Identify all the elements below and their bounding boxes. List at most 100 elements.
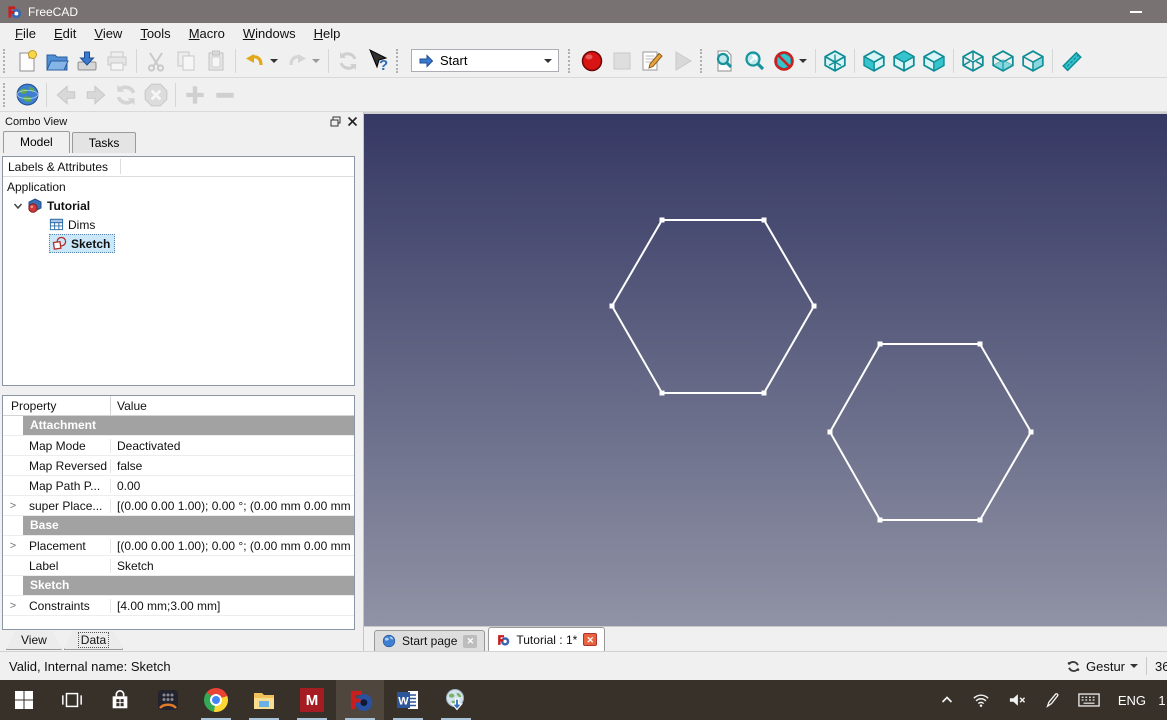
tree-item-sketch[interactable]: Sketch — [3, 234, 354, 253]
microsoft-store-button[interactable] — [96, 680, 144, 720]
tab-tutorial[interactable]: Tutorial : 1* ✕ — [488, 627, 605, 651]
sketch-vertex[interactable] — [1029, 430, 1034, 435]
view-top-button[interactable] — [889, 47, 919, 75]
fit-all-button[interactable] — [709, 47, 739, 75]
navigation-style-selector[interactable]: Gestur — [1066, 659, 1138, 674]
property-row-label[interactable]: Label Sketch — [3, 556, 354, 576]
redo-button[interactable] — [282, 47, 312, 75]
keypad-app-button[interactable] — [144, 680, 192, 720]
tab-start-page[interactable]: Start page ✕ — [374, 630, 485, 651]
menu-file[interactable]: File — [6, 24, 45, 43]
toolbar-grip[interactable] — [3, 49, 8, 73]
property-group-attachment[interactable]: Attachment — [3, 416, 354, 436]
macro-edit-button[interactable] — [637, 47, 667, 75]
web-installer-button[interactable] — [432, 680, 480, 720]
view-left-button[interactable] — [1018, 47, 1048, 75]
sketch-vertex[interactable] — [828, 430, 833, 435]
macro-record-button[interactable] — [577, 47, 607, 75]
save-button[interactable] — [72, 47, 102, 75]
open-document-button[interactable] — [42, 47, 72, 75]
workbench-selector[interactable]: Start — [411, 49, 559, 72]
sketch-vertex[interactable] — [978, 342, 983, 347]
view-bottom-button[interactable] — [988, 47, 1018, 75]
property-row-placement[interactable]: Placement [(0.00 0.00 1.00); 0.00 °; (0.… — [3, 536, 354, 556]
expand-chevron-icon[interactable] — [13, 201, 23, 211]
paste-button[interactable] — [201, 47, 231, 75]
toolbar-grip[interactable] — [3, 83, 8, 107]
tree-header[interactable]: Labels & Attributes — [3, 157, 354, 177]
sketch-vertex[interactable] — [978, 518, 983, 523]
menu-tools[interactable]: Tools — [131, 24, 179, 43]
property-row-map-reversed[interactable]: Map Reversed false — [3, 456, 354, 476]
back-button[interactable] — [51, 81, 81, 109]
minimize-button[interactable] — [1130, 11, 1142, 13]
redo-dropdown-arrow[interactable] — [312, 59, 320, 63]
sketch-vertex[interactable] — [610, 304, 615, 309]
tab-model[interactable]: Model — [3, 131, 70, 153]
view-right-button[interactable] — [919, 47, 949, 75]
start-button[interactable] — [0, 680, 48, 720]
view-axonometric-button[interactable] — [820, 47, 850, 75]
stop-load-button[interactable] — [141, 81, 171, 109]
toolbar-grip[interactable] — [568, 49, 573, 73]
float-panel-icon[interactable] — [330, 116, 341, 127]
draw-style-button[interactable] — [769, 47, 799, 75]
draw-style-dropdown-arrow[interactable] — [799, 59, 807, 63]
m-app-button[interactable]: M — [288, 680, 336, 720]
tree-item-application[interactable]: Application — [3, 177, 354, 196]
expand-arrow[interactable] — [3, 600, 23, 612]
macro-stop-button[interactable] — [607, 47, 637, 75]
web-home-button[interactable] — [12, 81, 42, 109]
viewport-canvas[interactable] — [364, 112, 1167, 626]
tab-view[interactable]: View — [6, 631, 62, 650]
freecad-taskbar-button[interactable] — [336, 680, 384, 720]
property-row-map-mode[interactable]: Map Mode Deactivated — [3, 436, 354, 456]
undo-button[interactable] — [240, 47, 270, 75]
close-tab-icon[interactable]: ✕ — [463, 635, 477, 648]
volume-muted-icon[interactable] — [999, 692, 1035, 708]
cut-button[interactable] — [141, 47, 171, 75]
zoom-out-button[interactable] — [210, 81, 240, 109]
task-view-button[interactable] — [48, 680, 96, 720]
sketch-vertex[interactable] — [660, 218, 665, 223]
property-row-map-path[interactable]: Map Path P... 0.00 — [3, 476, 354, 496]
sketch-hexagon[interactable] — [830, 344, 1031, 520]
expand-arrow[interactable] — [3, 540, 23, 552]
property-group-sketch[interactable]: Sketch — [3, 576, 354, 596]
file-explorer-button[interactable] — [240, 680, 288, 720]
tree-item-tutorial[interactable]: Tutorial — [3, 196, 354, 215]
new-document-button[interactable] — [12, 47, 42, 75]
pen-workspace-icon[interactable] — [1035, 692, 1069, 708]
print-button[interactable] — [102, 47, 132, 75]
measure-distance-button[interactable] — [1057, 47, 1087, 75]
sketch-vertex[interactable] — [660, 391, 665, 396]
zoom-button[interactable] — [739, 47, 769, 75]
refresh-button[interactable] — [333, 47, 363, 75]
sketch-vertex[interactable] — [812, 304, 817, 309]
toolbar-grip[interactable] — [396, 49, 401, 73]
view-front-button[interactable] — [859, 47, 889, 75]
selected-tree-item[interactable]: Sketch — [49, 234, 115, 253]
copy-button[interactable] — [171, 47, 201, 75]
menu-windows[interactable]: Windows — [234, 24, 305, 43]
close-tab-icon[interactable]: ✕ — [583, 633, 597, 646]
property-row-constraints[interactable]: Constraints [4.00 mm;3.00 mm] — [3, 596, 354, 616]
view-rear-button[interactable] — [958, 47, 988, 75]
whats-this-button[interactable]: ? — [363, 47, 393, 75]
macro-play-button[interactable] — [667, 47, 697, 75]
property-group-base[interactable]: Base — [3, 516, 354, 536]
tab-tasks[interactable]: Tasks — [72, 132, 137, 153]
toolbar-grip[interactable] — [700, 49, 705, 73]
tree-item-dims[interactable]: Dims — [3, 215, 354, 234]
menu-view[interactable]: View — [85, 24, 131, 43]
sketch-hexagon[interactable] — [612, 220, 814, 393]
sketch-vertex[interactable] — [762, 218, 767, 223]
undo-dropdown-arrow[interactable] — [270, 59, 278, 63]
touch-keyboard-icon[interactable] — [1069, 692, 1109, 708]
language-indicator[interactable]: ENG — [1109, 693, 1155, 708]
word-button[interactable]: W — [384, 680, 432, 720]
zoom-in-button[interactable] — [180, 81, 210, 109]
property-row-super-placement[interactable]: super Place... [(0.00 0.00 1.00); 0.00 °… — [3, 496, 354, 516]
tray-chevron-up-icon[interactable] — [931, 693, 963, 707]
expand-arrow[interactable] — [3, 500, 23, 512]
